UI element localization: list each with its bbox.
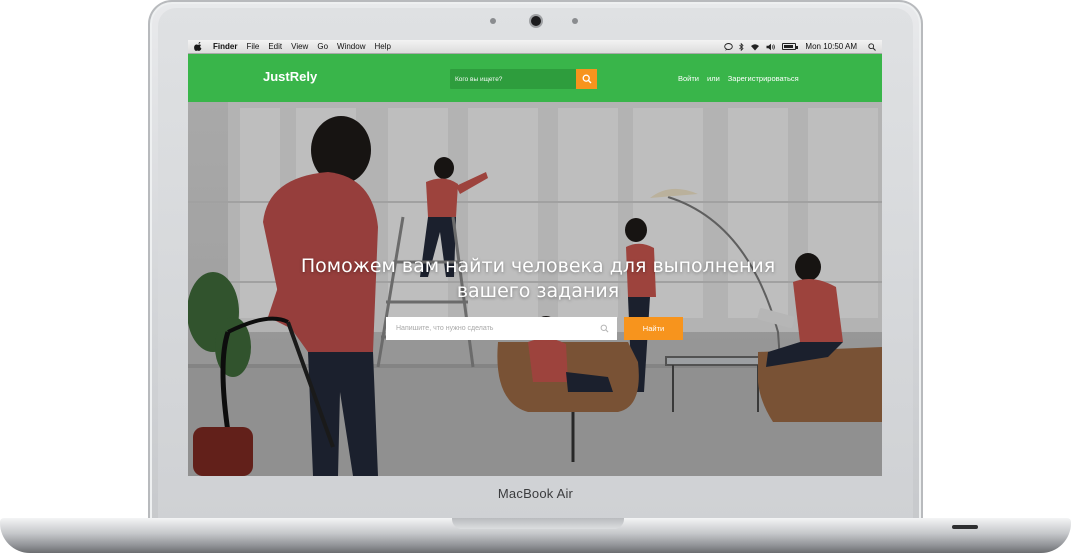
hero-title-line1: Поможем вам найти человека для выполнени… bbox=[300, 255, 776, 277]
menu-go[interactable]: Go bbox=[317, 42, 328, 51]
menu-edit[interactable]: Edit bbox=[268, 42, 282, 51]
menu-view[interactable]: View bbox=[291, 42, 308, 51]
search-icon bbox=[582, 74, 591, 84]
macbook-model-label: MacBook Air bbox=[497, 486, 574, 501]
hero-search-input[interactable] bbox=[386, 317, 591, 340]
volume-icon[interactable] bbox=[766, 43, 776, 51]
message-icon[interactable] bbox=[724, 42, 734, 51]
laptop-screen: Finder File Edit View Go Window Help Mon… bbox=[188, 40, 882, 476]
hero-title: Поможем вам найти человека для выполнени… bbox=[268, 254, 808, 304]
laptop-port bbox=[952, 525, 978, 529]
header-search-button[interactable] bbox=[576, 69, 597, 89]
battery-icon[interactable] bbox=[782, 43, 799, 50]
menubar-clock[interactable]: Mon 10:50 AM bbox=[805, 42, 857, 51]
find-button[interactable]: Найти bbox=[624, 317, 683, 340]
header-search-input[interactable] bbox=[450, 69, 576, 89]
apple-logo-icon[interactable] bbox=[194, 41, 203, 51]
camera-icon bbox=[531, 16, 541, 26]
bluetooth-icon[interactable] bbox=[739, 42, 744, 51]
menu-finder[interactable]: Finder bbox=[213, 42, 237, 51]
header-search-box bbox=[450, 69, 576, 89]
camera-sensor-right bbox=[572, 18, 578, 24]
macos-menubar: Finder File Edit View Go Window Help Mon… bbox=[188, 40, 882, 54]
search-icon bbox=[600, 324, 609, 333]
auth-links: Войти или Зарегистрироваться bbox=[678, 74, 799, 83]
login-link[interactable]: Войти bbox=[678, 74, 699, 83]
camera-sensor-left bbox=[490, 18, 496, 24]
register-link[interactable]: Зарегистрироваться bbox=[728, 74, 799, 83]
spotlight-icon[interactable] bbox=[868, 42, 876, 51]
hero-title-line2: вашего задания bbox=[456, 280, 620, 302]
status-area: Mon 10:50 AM bbox=[724, 42, 876, 51]
laptop-opening-notch bbox=[452, 518, 624, 529]
menu-help[interactable]: Help bbox=[374, 42, 390, 51]
menu-file[interactable]: File bbox=[246, 42, 259, 51]
site-logo[interactable]: JustRely bbox=[263, 69, 317, 84]
hero-section: Поможем вам найти человека для выполнени… bbox=[188, 102, 882, 476]
site-header: JustRely Войти или Зарегистрироваться bbox=[188, 54, 882, 102]
menu-window[interactable]: Window bbox=[337, 42, 365, 51]
or-separator: или bbox=[707, 74, 720, 83]
wifi-icon[interactable] bbox=[750, 43, 760, 51]
hero-search-box bbox=[386, 317, 617, 340]
